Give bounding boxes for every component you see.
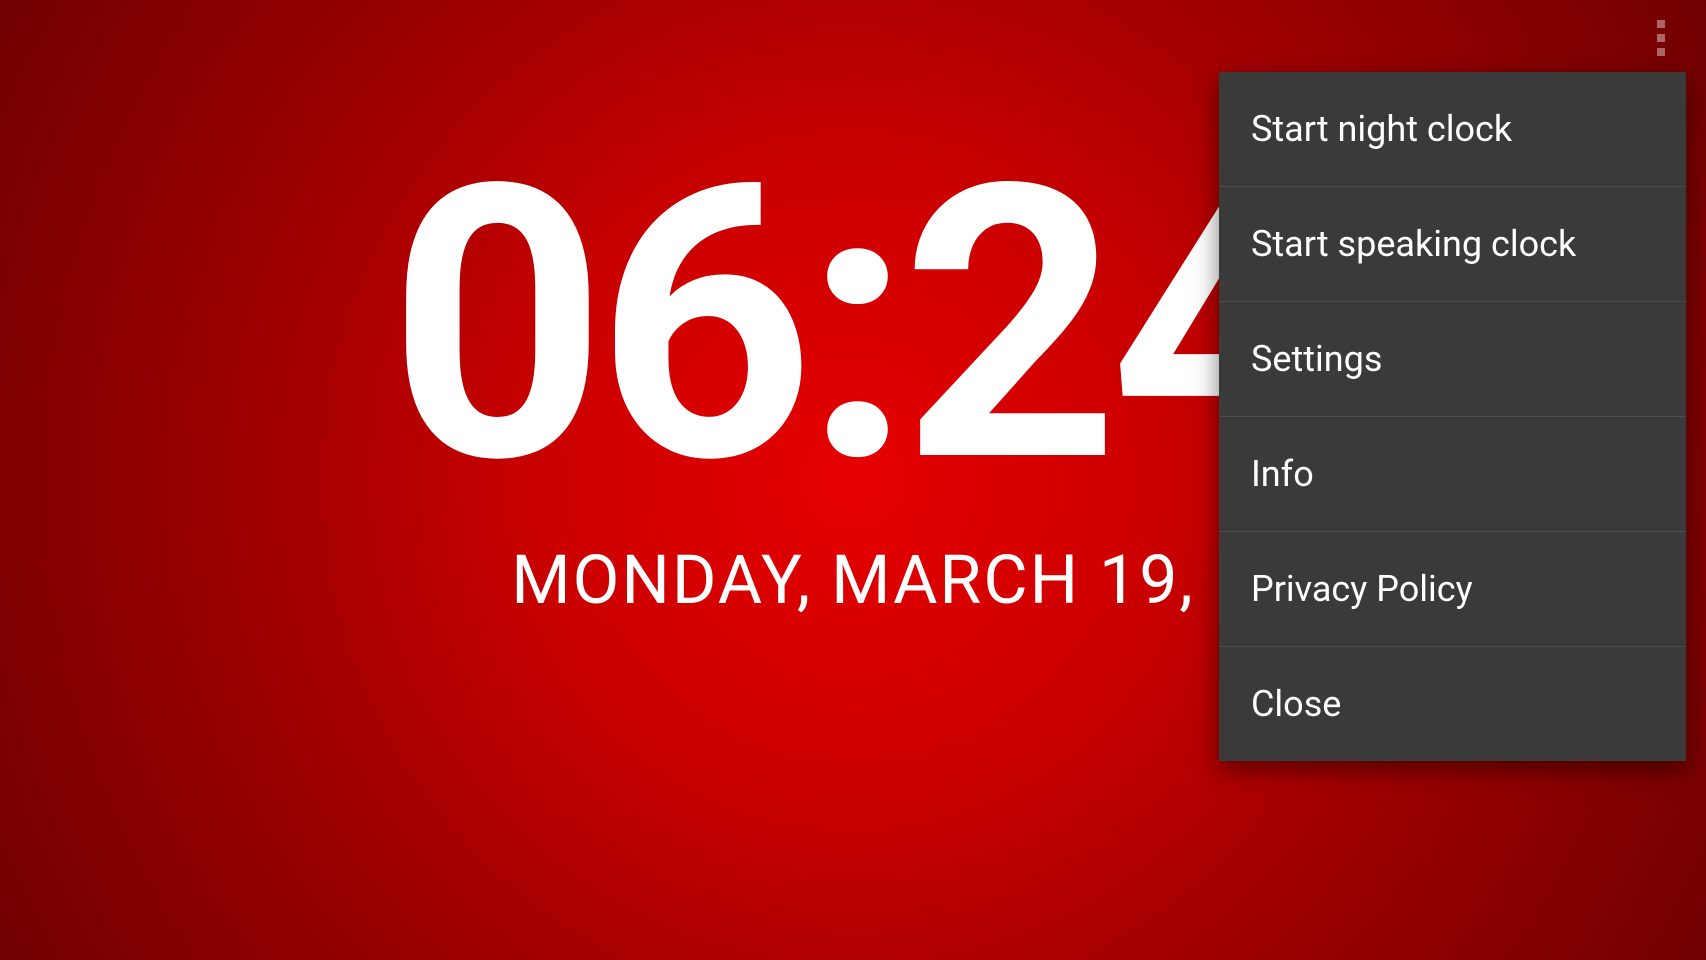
menu-item-label: Close — [1251, 683, 1341, 725]
menu-item-settings[interactable]: Settings — [1219, 302, 1686, 417]
menu-item-label: Start night clock — [1251, 108, 1512, 150]
menu-item-label: Start speaking clock — [1251, 223, 1576, 265]
menu-item-info[interactable]: Info — [1219, 417, 1686, 532]
kebab-dots-icon — [1657, 34, 1665, 42]
overflow-menu: Start night clock Start speaking clock S… — [1219, 72, 1686, 761]
menu-item-start-speaking-clock[interactable]: Start speaking clock — [1219, 187, 1686, 302]
menu-item-privacy-policy[interactable]: Privacy Policy — [1219, 532, 1686, 647]
menu-item-close[interactable]: Close — [1219, 647, 1686, 761]
menu-item-start-night-clock[interactable]: Start night clock — [1219, 72, 1686, 187]
kebab-dots-icon — [1657, 20, 1665, 28]
menu-item-label: Privacy Policy — [1251, 568, 1473, 610]
menu-item-label: Info — [1251, 453, 1314, 495]
menu-item-label: Settings — [1251, 338, 1382, 380]
overflow-menu-button[interactable] — [1641, 18, 1681, 58]
kebab-dots-icon — [1657, 48, 1665, 56]
